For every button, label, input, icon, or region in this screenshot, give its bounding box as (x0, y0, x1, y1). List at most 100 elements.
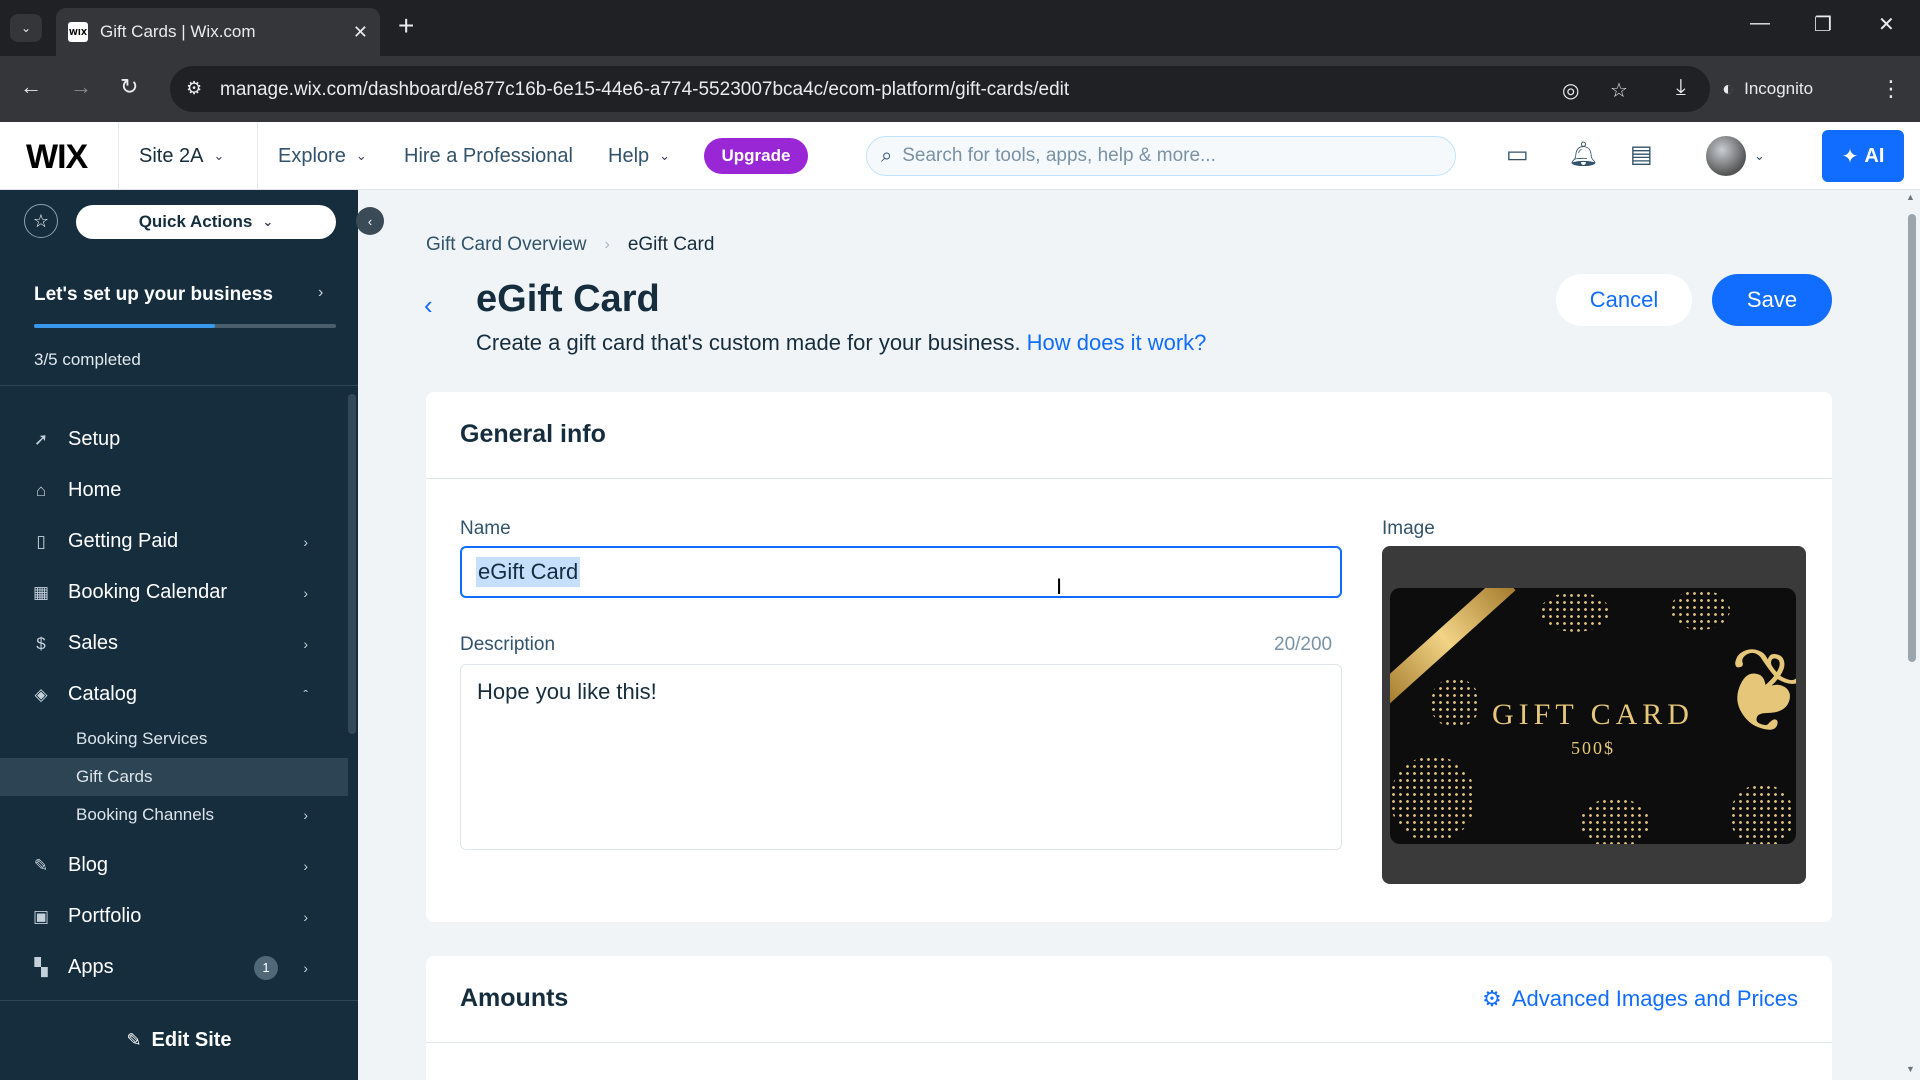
search-box[interactable]: ⌕ (866, 136, 1456, 176)
breadcrumb-gift-card-overview[interactable]: Gift Card Overview (426, 234, 586, 256)
setup-progress-card[interactable]: Let's set up your business › 3/5 complet… (0, 254, 358, 386)
favorites-star-icon[interactable]: ☆ (24, 204, 58, 238)
chevron-down-icon: ⌄ (213, 148, 225, 163)
setup-count: 3/5 completed (34, 350, 141, 369)
bookmark-star-icon[interactable]: ☆ (1610, 78, 1628, 103)
name-input-value[interactable]: eGift Card (476, 557, 581, 587)
description-value[interactable]: Hope you like this! (477, 679, 657, 704)
browser-tab-bar: ⌄ WIX Gift Cards | Wix.com ✕ + — ❐ ✕ (0, 0, 1920, 56)
forward-icon[interactable]: → (70, 74, 92, 100)
browser-menu-icon[interactable]: ⋮ (1880, 76, 1902, 102)
site-selector[interactable]: Site 2A ⌄ (118, 122, 258, 190)
help-label: Help (608, 144, 650, 167)
advanced-images-prices-link[interactable]: ⚙ Advanced Images and Prices (1482, 986, 1798, 1012)
sidebar-item-catalog[interactable]: ◈ Catalog ˆ (0, 669, 348, 720)
sidebar-subitem-booking-channels[interactable]: Booking Channels › (0, 796, 348, 834)
browser-address-bar: ← → ↻ ⚙ manage.wix.com/dashboard/e877c16… (0, 56, 1920, 122)
news-feed-icon[interactable]: ▤ (1630, 140, 1653, 169)
gift-card-image[interactable]: GIFT CARD 500$ ❦ (1382, 546, 1806, 884)
avatar[interactable] (1706, 136, 1746, 176)
hire-professional-link[interactable]: Hire a Professional (404, 122, 573, 190)
chevron-right-icon: › (318, 284, 324, 301)
tab-close-icon[interactable]: ✕ (353, 22, 368, 43)
amounts-card: Amounts ⚙ Advanced Images and Prices (426, 956, 1832, 1080)
breadcrumb: Gift Card Overview › eGift Card (426, 234, 714, 256)
notifications-bell-icon[interactable]: 🔔︎ (1568, 140, 1598, 169)
eye-off-icon[interactable]: ◎ (1562, 78, 1579, 103)
pencil-icon: ✎ (126, 1030, 142, 1050)
sidebar-item-label: Home (68, 479, 122, 501)
minimize-icon[interactable]: — (1750, 12, 1770, 35)
sidebar-item-sales[interactable]: $ Sales › (0, 618, 348, 669)
search-input[interactable] (902, 145, 1423, 167)
url-bar[interactable]: ⚙ manage.wix.com/dashboard/e877c16b-6e15… (170, 66, 1710, 112)
sidebar-scrollbar[interactable] (348, 394, 356, 734)
save-button[interactable]: Save (1712, 274, 1832, 326)
restore-icon[interactable]: ❐ (1814, 12, 1832, 37)
description-textarea[interactable]: Hope you like this! (460, 664, 1342, 850)
reload-icon[interactable]: ↻ (120, 74, 138, 100)
back-arrow-icon[interactable]: ‹ (424, 290, 433, 321)
explore-menu[interactable]: Explore ⌄ (278, 122, 367, 190)
back-icon[interactable]: ← (20, 74, 42, 100)
cancel-button[interactable]: Cancel (1556, 274, 1692, 326)
window-close-icon[interactable]: ✕ (1878, 12, 1895, 37)
incognito-indicator[interactable]: ◐ Incognito (1722, 66, 1813, 112)
account-chevron-down-icon[interactable]: ⌄ (1754, 148, 1765, 164)
chevron-right-icon: › (303, 533, 308, 550)
setup-title: Let's set up your business (34, 284, 273, 305)
ai-assistant-button[interactable]: ✦ AI (1822, 130, 1904, 182)
name-input[interactable]: eGift Card (460, 546, 1342, 598)
chat-icon[interactable]: ▭ (1506, 140, 1529, 169)
main-content: Gift Card Overview › eGift Card ‹ eGift … (358, 190, 1904, 1080)
apps-icon: ▚ (34, 957, 48, 977)
sidebar-item-blog[interactable]: ✎ Blog › (0, 840, 348, 891)
page-scrollbar[interactable]: ▲ ▼ (1904, 190, 1920, 1080)
how-does-it-work-link[interactable]: How does it work? (1027, 330, 1207, 355)
sidebar-subitem-label: Gift Cards (76, 767, 153, 786)
home-icon: ⌂ (35, 480, 47, 500)
sidebar-item-label: Sales (68, 632, 119, 654)
scroll-down-icon[interactable]: ▼ (1906, 1064, 1915, 1074)
quick-actions-button[interactable]: Quick Actions ⌄ (76, 205, 336, 239)
collapse-sidebar-icon[interactable]: ‹ (356, 207, 384, 235)
chevron-up-icon: ˆ (303, 686, 308, 703)
sidebar-item-booking-calendar[interactable]: ▦ Booking Calendar › (0, 567, 348, 618)
sidebar-item-apps[interactable]: ▚ Apps 1 › (0, 942, 348, 993)
incognito-icon: ◐ (1722, 77, 1735, 100)
sidebar-item-getting-paid[interactable]: ▯ Getting Paid › (0, 516, 348, 567)
browser-tab[interactable]: WIX Gift Cards | Wix.com ✕ (56, 8, 380, 56)
sidebar-nav: ➚ Setup ⌂ Home ▯ Getting Paid › ▦ Bookin… (0, 414, 348, 993)
sidebar-item-setup[interactable]: ➚ Setup (0, 414, 348, 465)
sidebar-item-home[interactable]: ⌂ Home (0, 465, 348, 516)
advanced-link-label: Advanced Images and Prices (1511, 986, 1798, 1011)
gold-dots (1670, 590, 1730, 630)
gear-icon: ⚙ (1482, 986, 1502, 1011)
help-menu[interactable]: Help ⌄ (608, 122, 670, 190)
apps-count-badge: 1 (254, 955, 278, 980)
edit-site-button[interactable]: ✎ Edit Site (0, 1000, 358, 1080)
sidebar-item-label: Setup (68, 428, 121, 450)
chevron-down-icon: ⌄ (355, 148, 367, 163)
wix-logo[interactable]: WIX (26, 138, 88, 177)
pen-icon: ✎ (33, 855, 49, 875)
new-tab-icon[interactable]: + (398, 12, 414, 40)
sidebar-subitem-booking-services[interactable]: Booking Services (0, 720, 348, 758)
site-info-icon[interactable]: ⚙ (186, 78, 202, 99)
sidebar: ☆ Quick Actions ⌄ Let's set up your busi… (0, 190, 358, 1080)
scroll-up-icon[interactable]: ▲ (1906, 192, 1915, 202)
sparkle-icon: ✦ (1841, 145, 1859, 168)
url-text[interactable]: manage.wix.com/dashboard/e877c16b-6e15-4… (220, 79, 1069, 101)
download-icon[interactable]: ⤓ (1676, 74, 1686, 100)
chevron-down-icon: ⌄ (262, 214, 274, 229)
text-cursor-icon: I (1056, 574, 1063, 599)
setup-progress-fill (34, 324, 216, 328)
sidebar-subitem-gift-cards[interactable]: Gift Cards (0, 758, 348, 796)
portfolio-icon: ▣ (32, 906, 50, 926)
upgrade-button[interactable]: Upgrade (704, 138, 808, 174)
quick-actions-label: Quick Actions (138, 212, 253, 231)
page-scroll-thumb[interactable] (1908, 214, 1916, 662)
explore-label: Explore (278, 144, 346, 167)
tab-search-chevron-icon[interactable]: ⌄ (10, 14, 42, 42)
sidebar-item-portfolio[interactable]: ▣ Portfolio › (0, 891, 348, 942)
